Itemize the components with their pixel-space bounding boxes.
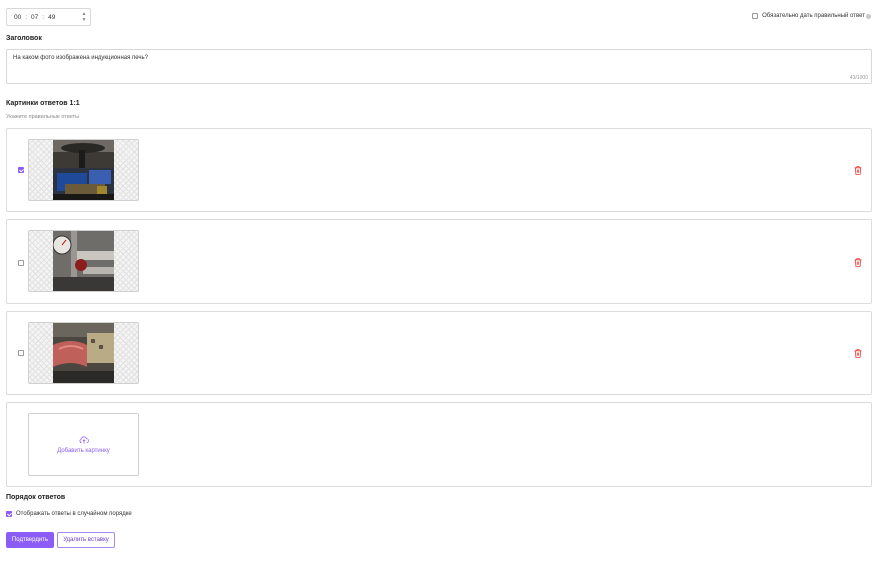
answer-correct-checkbox[interactable] [18, 167, 24, 173]
industrial-machinery-photo [53, 323, 114, 383]
shuffle-label: Отображать ответы в случайном порядке [16, 511, 132, 517]
pressure-gauge-pipes-photo [53, 231, 114, 291]
answer-card [6, 219, 872, 304]
answers-section-label: Картинки ответов 1:1 [6, 100, 80, 107]
answer-image[interactable] [28, 322, 139, 384]
trash-icon[interactable] [854, 166, 862, 175]
answers-hint: Укажите правильные ответы [6, 114, 80, 120]
confirm-button[interactable]: Подтвердить [6, 532, 54, 548]
shuffle-toggle[interactable]: Отображать ответы в случайном порядке [6, 511, 132, 517]
require-correct-toggle[interactable]: Обязательно дать правильный ответ [752, 13, 871, 19]
answer-correct-checkbox[interactable] [18, 350, 24, 356]
shuffle-checkbox[interactable] [6, 511, 12, 517]
timer-separator: : [25, 13, 28, 21]
heading-char-counter: 43/1000 [849, 75, 868, 81]
cloud-upload-icon [79, 436, 89, 443]
trash-icon[interactable] [854, 349, 862, 358]
answer-card [6, 128, 872, 212]
info-icon[interactable] [866, 13, 871, 19]
require-correct-checkbox[interactable] [752, 13, 759, 19]
timer-separator: : [42, 13, 45, 21]
trash-icon[interactable] [854, 258, 862, 267]
heading-textarea[interactable]: На каком фото изображена индукционная пе… [6, 49, 872, 84]
add-image-button[interactable]: Добавить картинку [28, 413, 139, 476]
require-correct-label: Обязательно дать правильный ответ [762, 13, 865, 19]
add-image-label: Добавить картинку [57, 447, 110, 454]
induction-furnace-photo [53, 140, 114, 200]
answer-image[interactable] [28, 139, 139, 201]
timer-seconds: 49 [48, 13, 56, 21]
answer-correct-checkbox[interactable] [18, 260, 24, 266]
heading-label: Заголовок [6, 35, 42, 42]
answer-image[interactable] [28, 230, 139, 292]
answer-card [6, 311, 872, 395]
timer-spinner[interactable]: ▲ ▼ [81, 11, 87, 23]
timer-hours: 00 [14, 13, 22, 21]
timer-input[interactable]: 00 : 07 : 49 ▲ ▼ [6, 8, 91, 26]
upload-card: Добавить картинку [6, 402, 872, 487]
heading-value: На каком фото изображена индукционная пе… [13, 55, 148, 61]
delete-insert-button[interactable]: Удалить вставку [57, 532, 115, 548]
timer-minutes: 07 [31, 13, 39, 21]
order-section-label: Порядок ответов [6, 494, 66, 501]
chevron-down-icon[interactable]: ▼ [82, 17, 87, 23]
